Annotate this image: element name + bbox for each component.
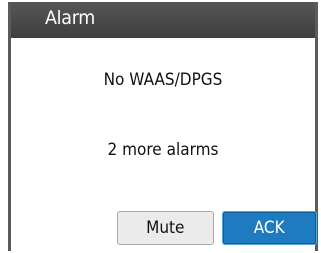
dialog-title: Alarm xyxy=(45,7,96,29)
dialog-titlebar: Alarm xyxy=(11,2,315,38)
ack-button-label: ACK xyxy=(254,218,285,238)
alarm-dialog: Alarm No WAAS/DPGS 2 more alarms Mute AC… xyxy=(8,2,318,251)
ack-button[interactable]: ACK xyxy=(222,211,317,245)
alarm-message: No WAAS/DPGS xyxy=(103,70,223,90)
mute-button[interactable]: Mute xyxy=(117,211,214,245)
mute-button-label: Mute xyxy=(146,218,185,238)
more-alarms-text: 2 more alarms xyxy=(107,140,219,160)
